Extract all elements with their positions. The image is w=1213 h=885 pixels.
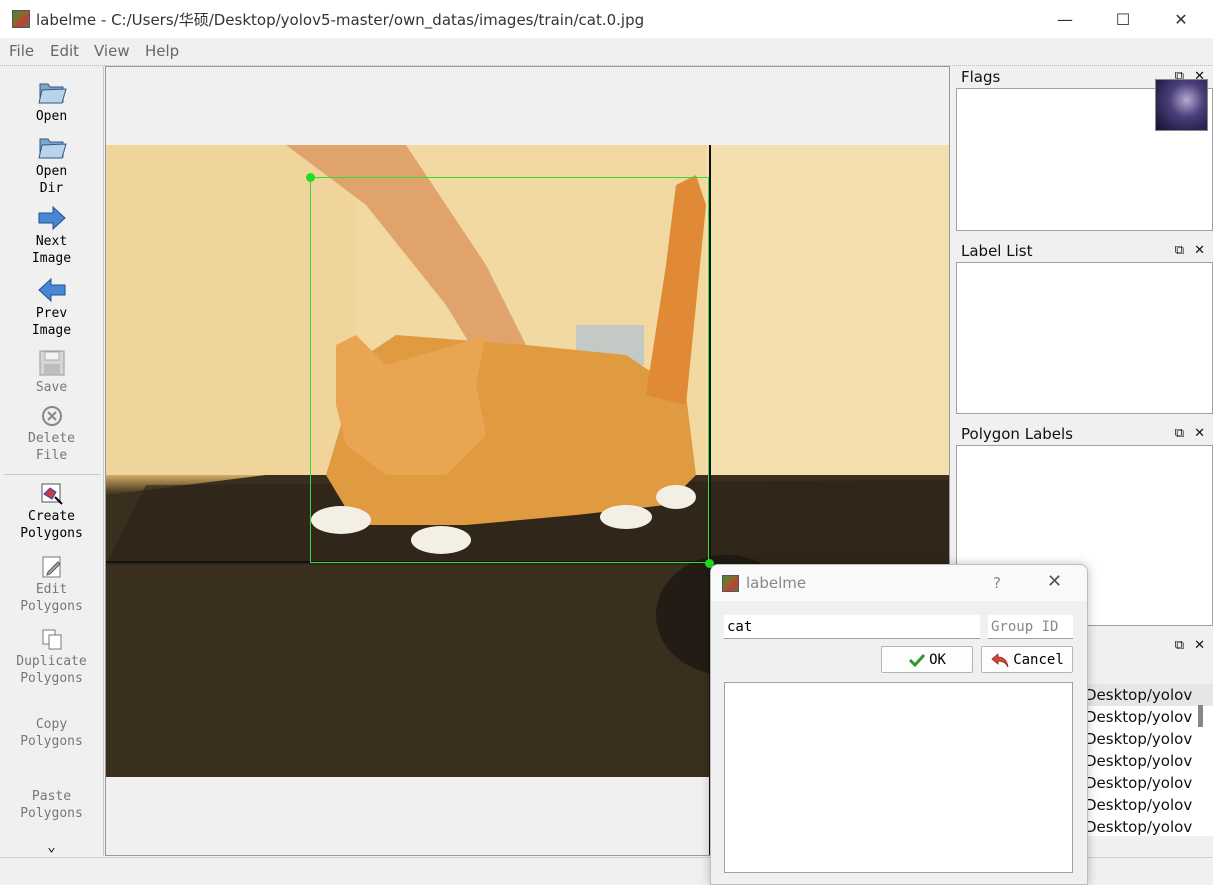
labelme-app-icon bbox=[12, 10, 30, 28]
polygon-draw-icon bbox=[41, 483, 63, 505]
tools-toolbar: Open Open Dir Next Image Prev Image Save bbox=[0, 66, 104, 856]
file-list-item[interactable]: Desktop/yolov bbox=[1085, 772, 1213, 794]
toolbar-extension-chevron-icon[interactable]: ⌄ bbox=[0, 840, 103, 854]
float-icon[interactable]: ⧉ bbox=[1175, 243, 1184, 258]
file-list-scrollbar[interactable] bbox=[1198, 705, 1203, 727]
edit-polygons-label-line1: Edit bbox=[35, 582, 68, 597]
save-label: Save bbox=[35, 380, 68, 395]
label-name-input[interactable] bbox=[724, 615, 980, 639]
labelme-app-icon bbox=[722, 575, 739, 592]
close-icon[interactable]: ✕ bbox=[1194, 638, 1205, 653]
menu-bar: File Edit View Help bbox=[0, 38, 1213, 66]
delete-circle-icon bbox=[41, 406, 62, 426]
paste-polygons-label-line1: Paste bbox=[31, 789, 72, 804]
title-bar: labelme - C:/Users/华硕/Desktop/yolov5-mas… bbox=[0, 0, 1213, 38]
copy-polygons-button[interactable]: Copy Polygons bbox=[0, 716, 103, 750]
edit-polygons-button[interactable]: Edit Polygons bbox=[0, 555, 103, 615]
file-list-item[interactable]: Desktop/yolov bbox=[1085, 750, 1213, 772]
group-id-input[interactable] bbox=[988, 615, 1073, 639]
prev-image-label-line1: Prev bbox=[35, 306, 68, 321]
open-label: Open bbox=[35, 109, 68, 124]
create-polygons-label-line2: Polygons bbox=[20, 526, 83, 541]
undo-arrow-icon bbox=[991, 652, 1009, 667]
close-window-button[interactable]: ✕ bbox=[1152, 0, 1210, 38]
file-list-item[interactable]: Desktop/yolov bbox=[1085, 728, 1213, 750]
bbox-corner-top-left[interactable] bbox=[306, 173, 315, 182]
label-list-dock: Label List ⧉ ✕ bbox=[956, 240, 1213, 416]
bounding-box[interactable] bbox=[310, 177, 709, 563]
prev-image-label-line2: Image bbox=[31, 323, 72, 338]
toolbar-separator bbox=[4, 474, 100, 475]
ok-label: OK bbox=[929, 651, 946, 668]
float-icon[interactable]: ⧉ bbox=[1175, 638, 1184, 653]
duplicate-polygons-button[interactable]: Duplicate Polygons bbox=[0, 627, 103, 687]
cancel-button[interactable]: Cancel bbox=[981, 646, 1073, 673]
folder-open-icon bbox=[37, 83, 67, 104]
menu-help[interactable]: Help bbox=[145, 42, 179, 60]
flags-title: Flags bbox=[961, 68, 1001, 86]
minimize-button[interactable]: — bbox=[1036, 0, 1094, 38]
delete-file-button[interactable]: Delete File bbox=[0, 404, 103, 464]
label-dialog: labelme ? ✕ OK Cancel bbox=[710, 564, 1088, 885]
arrow-left-icon bbox=[37, 277, 65, 303]
dialog-close-icon[interactable]: ✕ bbox=[1047, 571, 1062, 592]
checkmark-icon bbox=[909, 653, 926, 667]
window-title: labelme - C:/Users/华硕/Desktop/yolov5-mas… bbox=[36, 11, 645, 29]
user-avatar-thumbnail bbox=[1155, 79, 1208, 131]
next-image-label-line1: Next bbox=[35, 234, 68, 249]
prev-image-button[interactable]: Prev Image bbox=[0, 277, 103, 339]
maximize-button[interactable]: ☐ bbox=[1094, 0, 1152, 38]
duplicate-polygons-label-line2: Polygons bbox=[20, 671, 83, 686]
create-polygons-label-line1: Create bbox=[28, 509, 75, 524]
menu-edit[interactable]: Edit bbox=[50, 42, 79, 60]
paste-polygons-button[interactable]: Paste Polygons bbox=[0, 788, 103, 822]
duplicate-polygons-label-line1: Duplicate bbox=[16, 654, 87, 669]
file-list-item[interactable]: Desktop/yolov bbox=[1085, 684, 1213, 706]
create-polygons-button[interactable]: Create Polygons bbox=[0, 482, 103, 542]
delete-file-label-line1: Delete bbox=[28, 431, 75, 446]
folder-open-icon bbox=[37, 138, 67, 159]
dialog-title: labelme bbox=[746, 574, 807, 592]
polygon-labels-dock-header: Polygon Labels ⧉ ✕ bbox=[956, 423, 1213, 445]
help-icon[interactable]: ? bbox=[993, 574, 1001, 592]
open-button[interactable]: Open bbox=[0, 78, 103, 125]
copy-polygons-label-line1: Copy bbox=[35, 717, 68, 732]
paste-polygons-label-line2: Polygons bbox=[20, 806, 83, 821]
cancel-label: Cancel bbox=[1013, 651, 1064, 668]
next-image-button[interactable]: Next Image bbox=[0, 205, 103, 267]
duplicate-icon bbox=[42, 629, 61, 650]
file-list-item[interactable]: Desktop/yolov bbox=[1085, 794, 1213, 816]
close-icon[interactable]: ✕ bbox=[1194, 426, 1205, 441]
polygon-labels-title: Polygon Labels bbox=[961, 425, 1073, 443]
next-image-label-line2: Image bbox=[31, 251, 72, 266]
dialog-title-bar: labelme ? ✕ bbox=[711, 565, 1087, 601]
open-dir-label-line2: Dir bbox=[39, 181, 64, 196]
save-button[interactable]: Save bbox=[0, 349, 103, 396]
edit-polygons-label-line2: Polygons bbox=[20, 599, 83, 614]
file-list-item[interactable]: Desktop/yolov bbox=[1085, 816, 1213, 836]
copy-polygons-label-line2: Polygons bbox=[20, 734, 83, 749]
float-icon[interactable]: ⧉ bbox=[1175, 426, 1184, 441]
open-dir-label-line1: Open bbox=[35, 164, 68, 179]
ok-button[interactable]: OK bbox=[881, 646, 973, 673]
open-dir-button[interactable]: Open Dir bbox=[0, 133, 103, 197]
arrow-right-icon bbox=[38, 205, 66, 231]
floppy-disk-icon bbox=[39, 350, 64, 376]
menu-file[interactable]: File bbox=[9, 42, 34, 60]
label-list[interactable] bbox=[956, 262, 1213, 414]
file-list[interactable]: Desktop/yolov Desktop/yolov Desktop/yolo… bbox=[1085, 684, 1213, 836]
menu-view[interactable]: View bbox=[94, 42, 130, 60]
label-list-title: Label List bbox=[961, 242, 1033, 260]
label-suggestions-list[interactable] bbox=[724, 682, 1073, 873]
delete-file-label-line2: File bbox=[35, 448, 68, 463]
file-list-item[interactable]: Desktop/yolov bbox=[1085, 706, 1213, 728]
close-icon[interactable]: ✕ bbox=[1194, 243, 1205, 258]
edit-pencil-icon bbox=[42, 556, 61, 578]
label-list-dock-header: Label List ⧉ ✕ bbox=[956, 240, 1213, 262]
